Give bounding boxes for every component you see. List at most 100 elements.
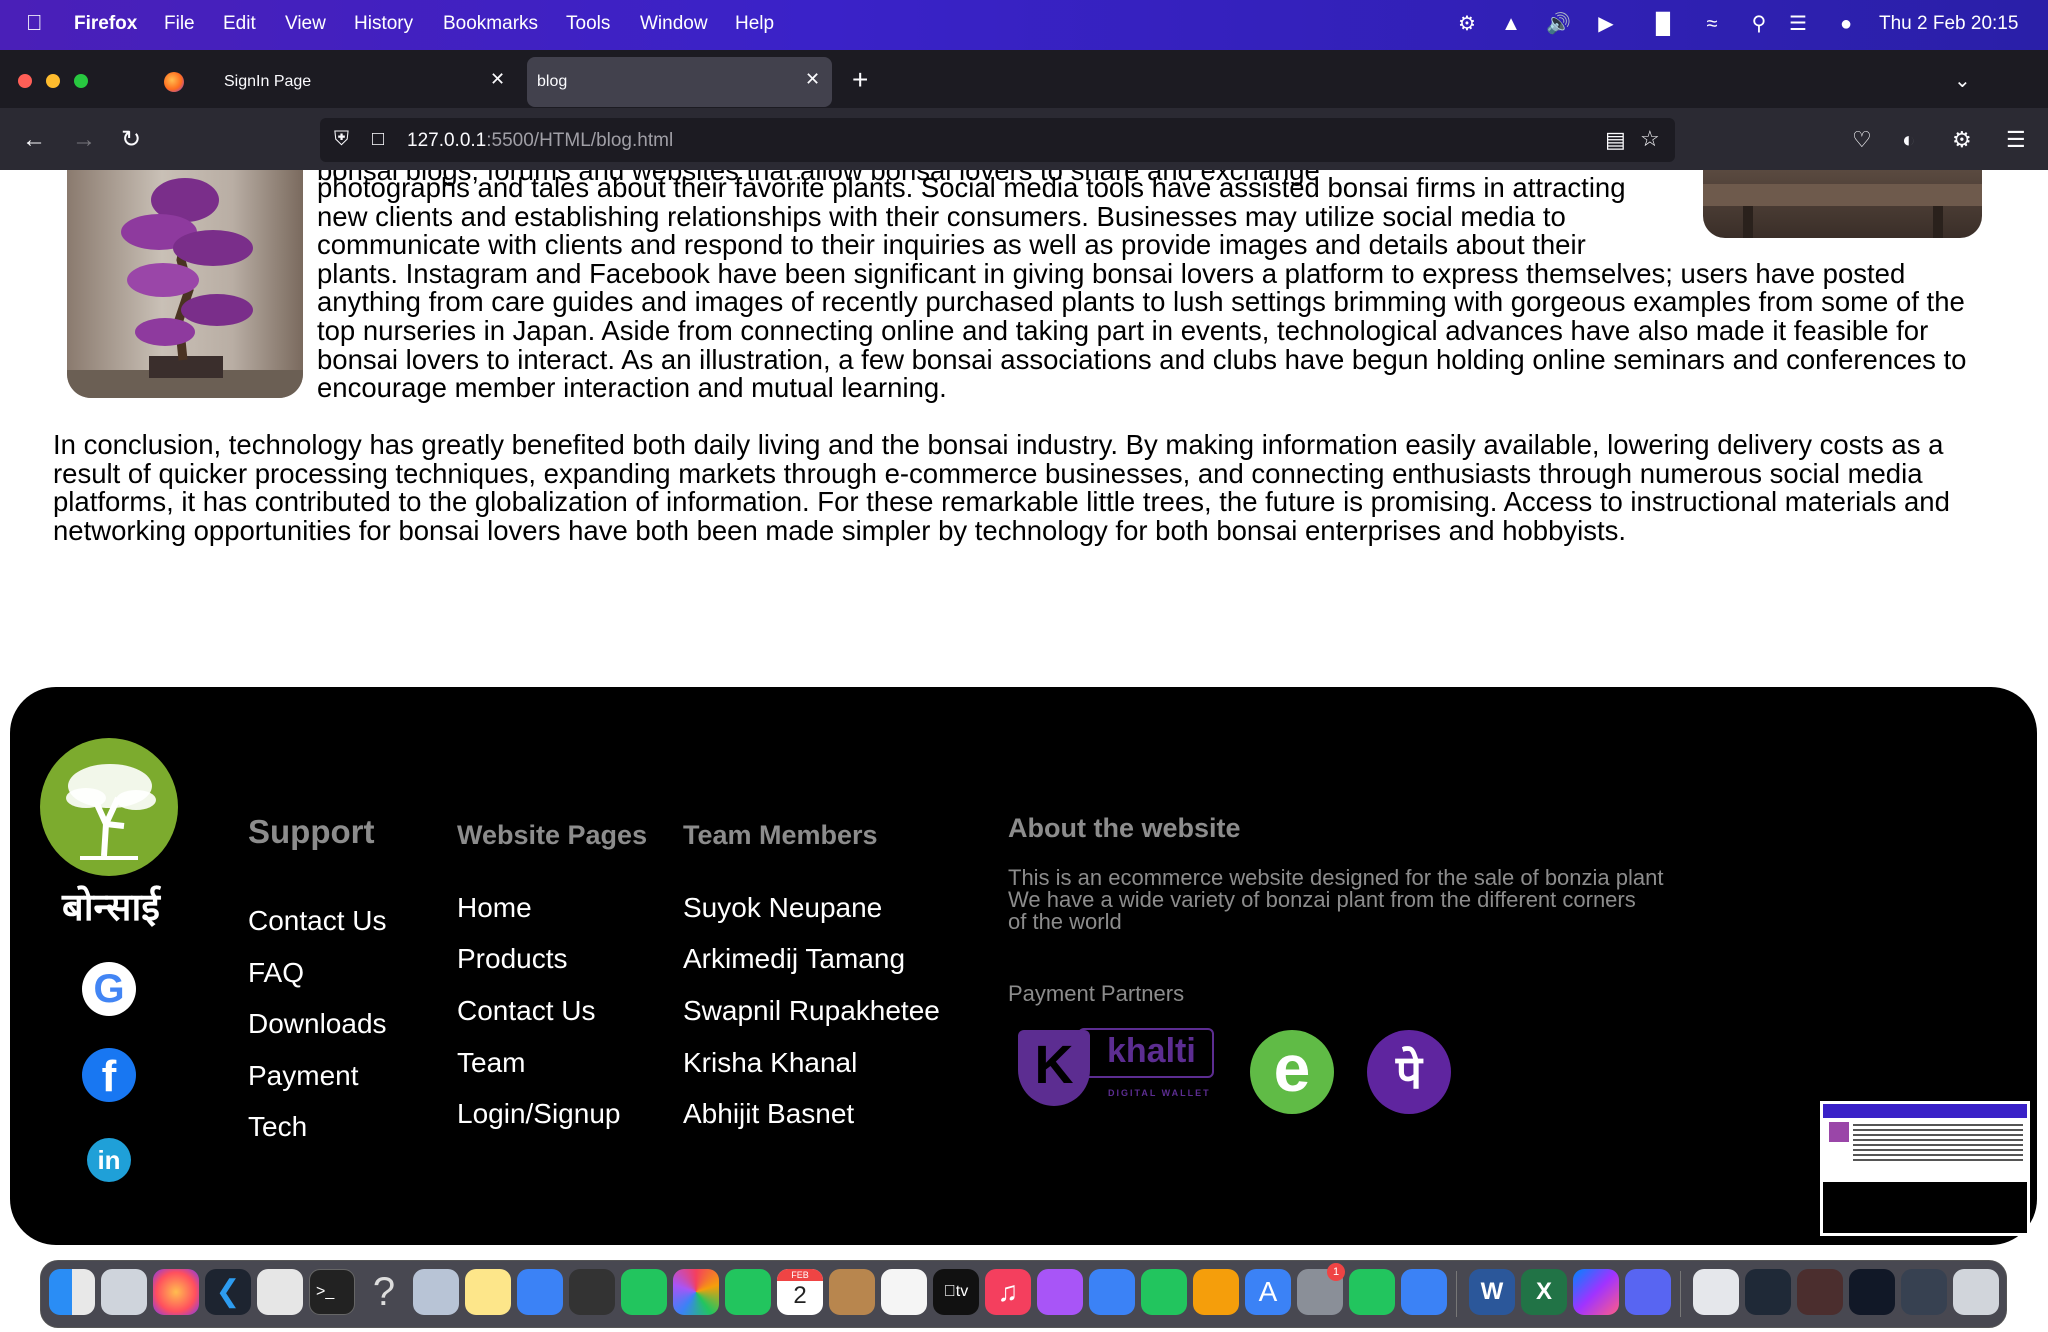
- facebook-icon[interactable]: f: [82, 1048, 136, 1102]
- podcasts-icon[interactable]: [1037, 1269, 1083, 1315]
- discord-icon[interactable]: [1625, 1269, 1671, 1315]
- esewa-logo[interactable]: e: [1250, 1030, 1334, 1114]
- screenshot-thumbnail[interactable]: [1820, 1101, 2030, 1236]
- khalti-logo[interactable]: K khalti DIGITAL WALLET: [1008, 1028, 1216, 1110]
- zoom-window-button[interactable]: [74, 74, 88, 88]
- launchpad-icon[interactable]: [101, 1269, 147, 1315]
- keynote-icon[interactable]: [1089, 1269, 1135, 1315]
- maps-icon[interactable]: [621, 1269, 667, 1315]
- reload-icon[interactable]: ↻: [121, 128, 141, 152]
- photos-icon[interactable]: [673, 1269, 719, 1315]
- bookmark-star-icon[interactable]: ☆: [1640, 126, 1660, 152]
- netbeans-icon[interactable]: [569, 1269, 615, 1315]
- recent-window-icon[interactable]: [1849, 1269, 1895, 1315]
- menu-app-name[interactable]: Firefox: [74, 13, 137, 35]
- volume-icon[interactable]: 🔊: [1546, 12, 1571, 36]
- word-icon[interactable]: W: [1469, 1269, 1515, 1315]
- site-logo[interactable]: [40, 738, 178, 876]
- support-link-downloads[interactable]: Downloads: [248, 1008, 387, 1040]
- clock[interactable]: Thu 2 Feb 20:15: [1879, 13, 2018, 35]
- team-member[interactable]: Krisha Khanal: [683, 1047, 857, 1079]
- menu-view[interactable]: View: [285, 13, 326, 35]
- menu-history[interactable]: History: [354, 13, 413, 35]
- spotlight-icon[interactable]: ⚲: [1747, 12, 1771, 36]
- calendar-icon[interactable]: FEB 2: [777, 1269, 823, 1315]
- team-member[interactable]: Swapnil Rupakhetee: [683, 995, 940, 1027]
- close-window-button[interactable]: [18, 74, 32, 88]
- reader-view-icon[interactable]: ▤: [1605, 127, 1626, 153]
- pages-link-contact[interactable]: Contact Us: [457, 995, 596, 1027]
- tab-blog[interactable]: blog ✕: [527, 57, 832, 107]
- team-member[interactable]: Abhijit Basnet: [683, 1098, 854, 1130]
- phonepe-logo[interactable]: पे: [1367, 1030, 1451, 1114]
- pages-link-home[interactable]: Home: [457, 892, 532, 924]
- google-icon[interactable]: G: [82, 962, 136, 1016]
- url-bar[interactable]: ⛨ □ 127.0.0.1:5500/HTML/blog.html ▤ ☆: [320, 118, 1675, 162]
- menu-help[interactable]: Help: [735, 13, 774, 35]
- system-preferences-icon[interactable]: 1: [1297, 1263, 1345, 1315]
- team-member[interactable]: Suyok Neupane: [683, 892, 882, 924]
- list-tabs-icon[interactable]: ⌄: [1954, 68, 1971, 93]
- linkedin-icon[interactable]: in: [87, 1138, 131, 1182]
- menu-tools[interactable]: Tools: [566, 13, 610, 35]
- menu-edit[interactable]: Edit: [223, 13, 256, 35]
- close-tab-icon[interactable]: ✕: [490, 69, 505, 90]
- new-tab-icon[interactable]: +: [852, 66, 868, 94]
- forward-icon[interactable]: →: [72, 128, 96, 152]
- siri-icon[interactable]: ●: [1834, 12, 1858, 36]
- sequel-icon[interactable]: [257, 1269, 303, 1315]
- pages-link-team[interactable]: Team: [457, 1047, 525, 1079]
- safari-icon[interactable]: [1401, 1269, 1447, 1315]
- terminal-icon[interactable]: >_: [309, 1269, 355, 1315]
- finder-icon[interactable]: [49, 1269, 95, 1315]
- apple-icon[interactable]: : [26, 10, 43, 36]
- account-icon[interactable]: ◐: [1902, 128, 1915, 152]
- drive-icon[interactable]: ▲: [1499, 12, 1523, 36]
- numbers-icon[interactable]: [1141, 1269, 1187, 1315]
- menu-file[interactable]: File: [164, 13, 195, 35]
- notes-icon[interactable]: [465, 1269, 511, 1315]
- support-link-payment[interactable]: Payment: [248, 1060, 359, 1092]
- excel-icon[interactable]: X: [1521, 1269, 1567, 1315]
- recent-doc-icon[interactable]: [1693, 1269, 1739, 1315]
- facetime-icon[interactable]: [725, 1269, 771, 1315]
- support-link-tech[interactable]: Tech: [248, 1111, 307, 1143]
- battery-icon[interactable]: █: [1645, 12, 1681, 36]
- recent-image-icon[interactable]: [1797, 1269, 1843, 1315]
- extensions-icon[interactable]: ⚙: [1952, 128, 1972, 152]
- messages-icon[interactable]: [1349, 1269, 1395, 1315]
- settings-app-icon[interactable]: [413, 1269, 459, 1315]
- support-link-contact[interactable]: Contact Us: [248, 905, 387, 937]
- shield-icon[interactable]: ⛨: [334, 128, 349, 151]
- music-icon[interactable]: ♫: [985, 1269, 1031, 1315]
- menu-window[interactable]: Window: [640, 13, 708, 35]
- pages-link-products[interactable]: Products: [457, 943, 568, 975]
- firefox-dock-icon[interactable]: [153, 1269, 199, 1315]
- reminders-icon[interactable]: [881, 1269, 927, 1315]
- minimize-window-button[interactable]: [46, 74, 60, 88]
- pages-link-login[interactable]: Login/Signup: [457, 1098, 620, 1130]
- contacts-icon[interactable]: [829, 1269, 875, 1315]
- help-icon[interactable]: ?: [361, 1269, 407, 1315]
- url-text[interactable]: 127.0.0.1:5500/HTML/blog.html: [407, 130, 673, 152]
- wifi-icon[interactable]: ≈: [1700, 12, 1724, 36]
- pocket-icon[interactable]: ♡: [1852, 128, 1872, 152]
- support-link-faq[interactable]: FAQ: [248, 957, 304, 989]
- mail-icon[interactable]: [517, 1269, 563, 1315]
- menu-bookmarks[interactable]: Bookmarks: [443, 13, 538, 35]
- close-tab-icon[interactable]: ✕: [805, 69, 820, 90]
- control-center-icon[interactable]: ☰: [1786, 12, 1810, 36]
- team-member[interactable]: Arkimedij Tamang: [683, 943, 905, 975]
- page-info-icon[interactable]: □: [372, 128, 384, 151]
- tab-signin[interactable]: SignIn Page ✕: [208, 57, 513, 107]
- appstore-icon[interactable]: A: [1245, 1269, 1291, 1315]
- play-icon[interactable]: ▶: [1594, 12, 1618, 36]
- appletv-icon[interactable]: tv: [933, 1269, 979, 1315]
- messenger-icon[interactable]: [1573, 1269, 1619, 1315]
- recent-screenshot-icon[interactable]: [1745, 1269, 1791, 1315]
- trash-icon[interactable]: [1953, 1269, 1999, 1315]
- vscode-icon[interactable]: ❮: [205, 1269, 251, 1315]
- back-icon[interactable]: ←: [22, 128, 46, 152]
- recent-folder-icon[interactable]: [1901, 1269, 1947, 1315]
- accessibility-icon[interactable]: ⚙: [1455, 12, 1479, 36]
